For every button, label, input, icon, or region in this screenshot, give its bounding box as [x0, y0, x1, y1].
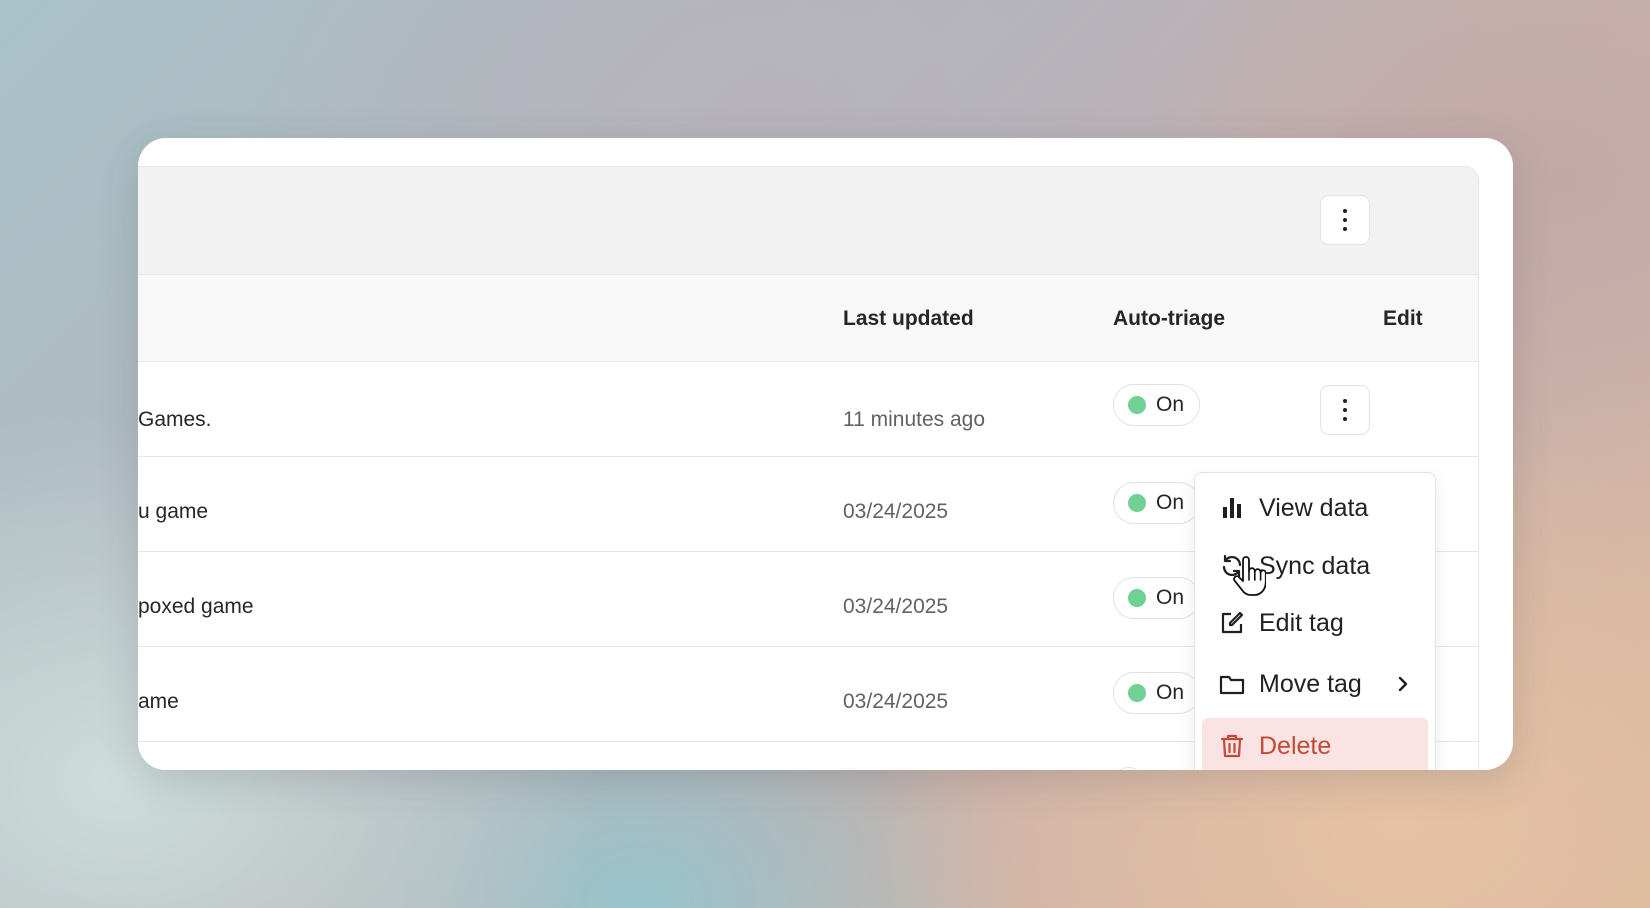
status-dot: [1128, 684, 1146, 702]
last-updated: 11 minutes ago: [843, 408, 986, 431]
table-row[interactable]: Games. 11 minutes ago On: [138, 363, 1478, 457]
row-more-button[interactable]: [1320, 385, 1370, 435]
folder-icon: [1219, 675, 1245, 695]
column-header-auto-triage[interactable]: Auto-triage: [1113, 307, 1225, 331]
panel-toolbar: [138, 167, 1478, 275]
tags-panel: Last updated Auto-triage Edit Games. 11 …: [138, 166, 1479, 770]
menu-item-view-data[interactable]: View data: [1202, 480, 1428, 536]
menu-item-label: View data: [1259, 493, 1369, 522]
hand-cursor-icon: [1233, 556, 1266, 596]
tag-name: poxed game: [138, 595, 254, 618]
trash-icon: [1220, 734, 1244, 758]
auto-triage-toggle[interactable]: On: [1113, 672, 1201, 714]
last-updated: 03/24/2025: [843, 595, 949, 618]
menu-item-edit-tag[interactable]: Edit tag: [1202, 595, 1428, 651]
status-dot: [1128, 494, 1146, 512]
menu-item-delete[interactable]: Delete: [1202, 718, 1428, 770]
menu-item-label: Move tag: [1259, 669, 1362, 698]
tag-name: ame: [138, 690, 179, 713]
auto-triage-toggle[interactable]: [1113, 767, 1144, 770]
table-header: Last updated Auto-triage Edit: [138, 275, 1478, 362]
more-vertical-icon: [1343, 209, 1347, 231]
tag-name: Games.: [138, 408, 212, 431]
panel-more-button[interactable]: [1320, 195, 1370, 245]
menu-item-label: Delete: [1259, 731, 1332, 760]
last-updated: 03/24/2025: [843, 690, 949, 713]
auto-triage-toggle[interactable]: On: [1113, 577, 1201, 619]
auto-triage-status: On: [1156, 393, 1185, 416]
row-context-menu: View data Sync data Edit tag Move tag De…: [1194, 472, 1436, 770]
auto-triage-toggle[interactable]: On: [1113, 384, 1201, 426]
auto-triage-status: On: [1156, 681, 1185, 704]
chevron-right-icon: [1398, 676, 1408, 692]
auto-triage-toggle[interactable]: On: [1113, 482, 1201, 524]
status-dot: [1128, 396, 1146, 414]
tag-name: u game: [138, 500, 209, 523]
auto-triage-status: On: [1156, 586, 1185, 609]
menu-item-label: Sync data: [1259, 551, 1371, 580]
edit-icon: [1221, 611, 1244, 634]
column-header-last-updated[interactable]: Last updated: [843, 307, 974, 331]
menu-item-label: Edit tag: [1259, 608, 1344, 637]
more-vertical-icon: [1343, 399, 1347, 421]
bar-chart-icon: [1223, 498, 1241, 518]
app-window: Last updated Auto-triage Edit Games. 11 …: [138, 138, 1513, 770]
last-updated: 03/24/2025: [843, 500, 949, 523]
menu-item-move-tag[interactable]: Move tag: [1202, 656, 1428, 712]
status-dot: [1128, 589, 1146, 607]
auto-triage-status: On: [1156, 491, 1185, 514]
column-header-edit: Edit: [1383, 307, 1423, 330]
